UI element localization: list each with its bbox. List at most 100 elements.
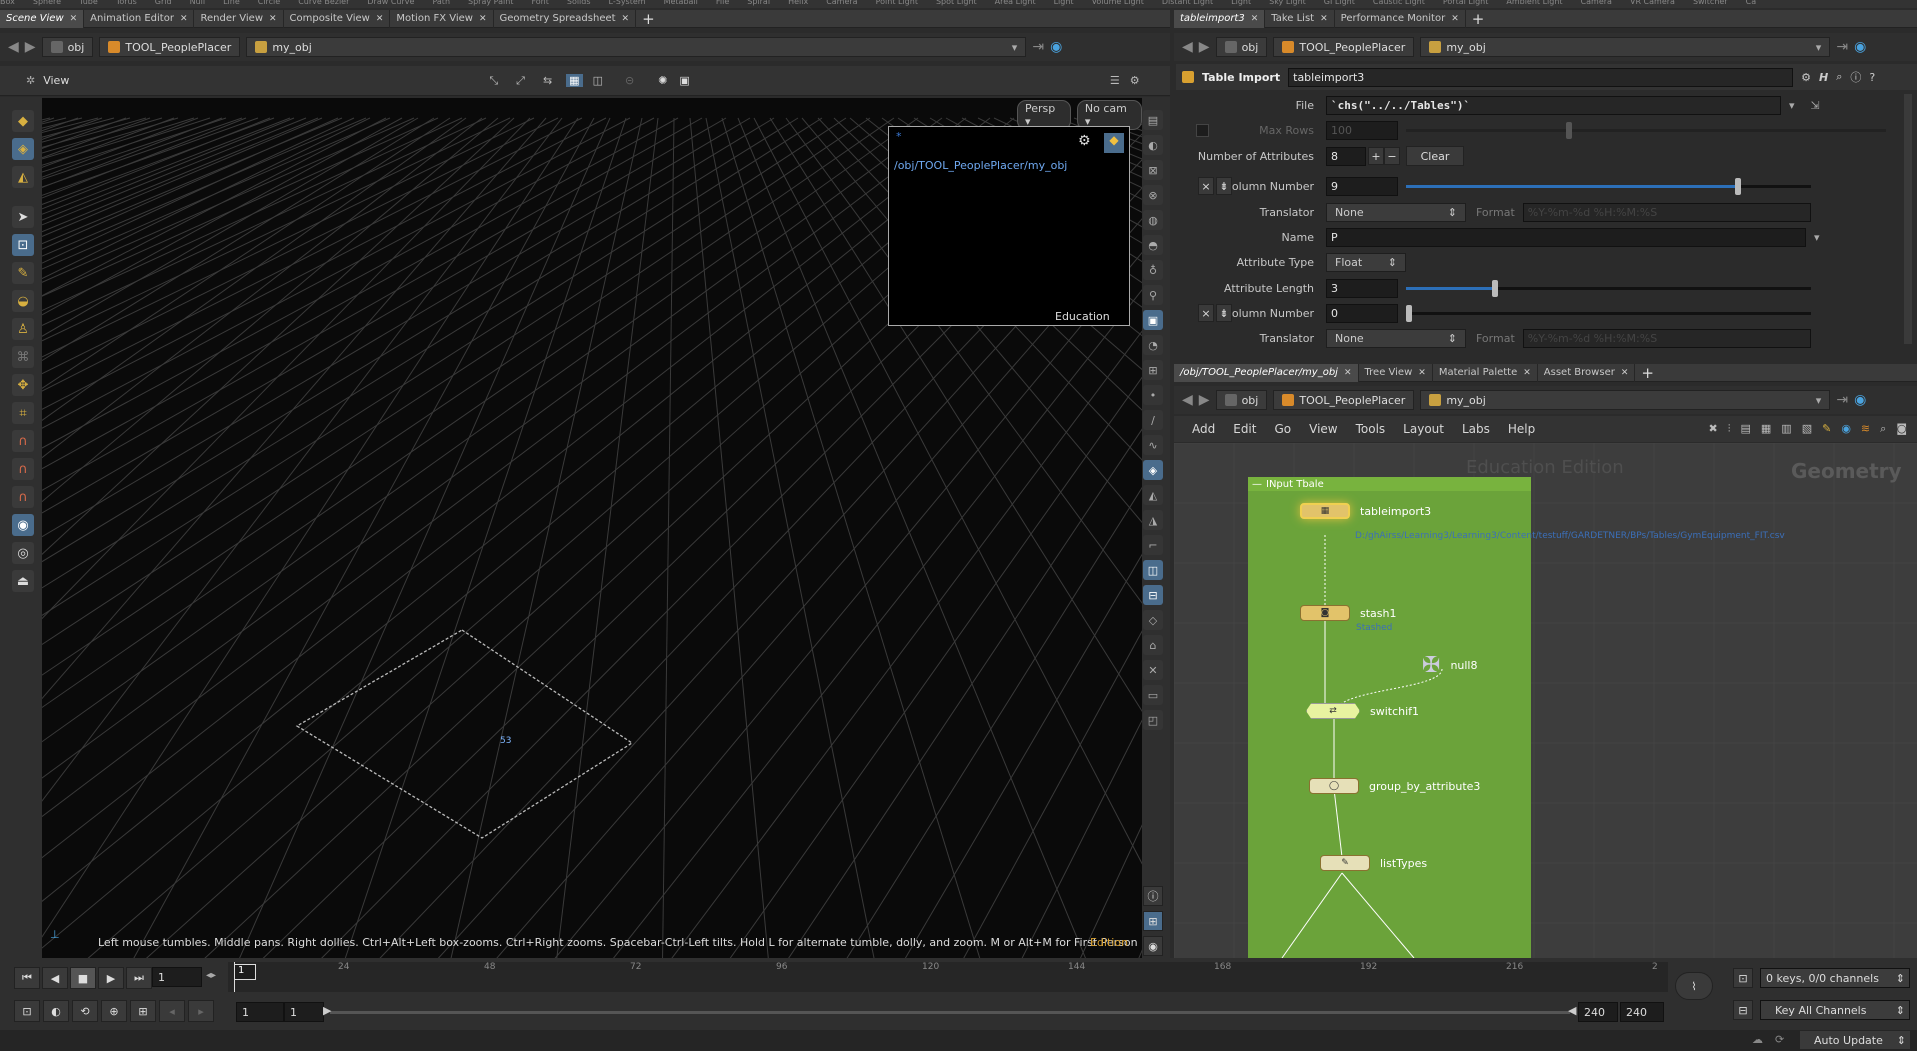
shelf-tool-12[interactable]: Font (531, 0, 548, 6)
pose-icon[interactable]: ♙ (12, 318, 34, 340)
chevron-down-icon[interactable]: ▾ (1012, 41, 1018, 54)
camera-icon[interactable]: ◙ (1896, 422, 1907, 436)
tab-left-5[interactable]: Geometry Spreadsheet ✕ (494, 9, 637, 28)
audio-icon[interactable]: ◐ (43, 1000, 69, 1022)
format-field[interactable]: %Y-%m-%d %H:%M:%S (1522, 202, 1811, 222)
shelf-tool-23[interactable]: Light (1054, 0, 1074, 6)
viewer-menu-icon[interactable]: ☰ (1110, 74, 1120, 87)
step-icon[interactable]: ◂▸ (206, 970, 216, 981)
display-icon-2[interactable]: ◐ (1143, 135, 1163, 155)
search-icon[interactable]: ⌕ (1836, 70, 1842, 84)
minus-button[interactable]: − (1384, 147, 1400, 165)
shelf-tool-34[interactable]: Switcher (1693, 0, 1728, 6)
remove-instance-button[interactable]: × (1198, 177, 1214, 195)
paint-icon[interactable]: ✎ (12, 262, 34, 284)
close-icon[interactable]: ✕ (1344, 368, 1352, 378)
snap-icon[interactable]: ⇆ (543, 74, 552, 87)
shelf-tool-5[interactable]: Null (190, 0, 206, 6)
slider-knob[interactable] (1492, 279, 1499, 297)
link-icon[interactable]: ◉ (1854, 39, 1866, 55)
stamp-icon[interactable]: ⏏ (12, 570, 34, 592)
shelf-tool-14[interactable]: L-System (609, 0, 646, 6)
range-end-handle[interactable]: ◀ (1568, 1004, 1576, 1017)
close-icon[interactable]: ✕ (1418, 368, 1426, 378)
breadcrumb-node[interactable]: my_obj ▾ (1420, 390, 1831, 410)
translator-menu-2[interactable]: None ⇕ (1326, 328, 1466, 348)
shelf-tool-4[interactable]: Grid (155, 0, 172, 6)
grid-snap-icon[interactable]: ⌗ (12, 402, 34, 424)
display-icon-22[interactable]: ⌂ (1143, 635, 1163, 655)
display-icon-15[interactable]: ◈ (1143, 460, 1163, 480)
format-field-2[interactable]: %Y-%m-%d %H:%M:%S (1522, 328, 1811, 348)
node-body[interactable]: ⇄ (1306, 703, 1360, 719)
back-arrow-icon[interactable]: ◀ (8, 39, 19, 55)
list-icon[interactable]: ▤ (1740, 422, 1750, 436)
display-icon-4[interactable]: ⊗ (1143, 185, 1163, 205)
shelf-tool-6[interactable]: Line (223, 0, 240, 6)
node-body[interactable]: ✎ (1320, 855, 1370, 871)
close-icon[interactable]: ✕ (1320, 14, 1328, 24)
display-icon-3[interactable]: ⊠ (1143, 160, 1163, 180)
start-frame-field[interactable]: 1 (236, 1002, 284, 1022)
breadcrumb-node[interactable]: my_obj ▾ (1420, 37, 1831, 57)
node-listtypes[interactable]: ✎ listTypes (1320, 855, 1427, 871)
snapshot-icon[interactable]: ◉ (1143, 936, 1163, 956)
maxrows-checkbox[interactable] (1196, 123, 1209, 137)
stack-icon[interactable]: ≋ (1861, 422, 1870, 436)
display-icon-18[interactable]: ⌐ (1143, 535, 1163, 555)
shelf-tool-30[interactable]: Portal Light (1443, 0, 1489, 6)
shelf-tool-8[interactable]: Curve Bezier (298, 0, 349, 6)
tab-param-1[interactable]: Take List ✕ (1265, 9, 1335, 28)
col2-field[interactable]: 0 (1326, 303, 1398, 323)
shelf-tool-13[interactable]: Solids (567, 0, 591, 6)
prev-key-icon[interactable]: ◂ (159, 1000, 185, 1022)
tab-left-2[interactable]: Render View ✕ (194, 9, 284, 28)
breadcrumb-obj[interactable]: obj (41, 37, 94, 57)
node-body[interactable]: ◯ (1309, 778, 1359, 794)
display-icon-19[interactable]: ◫ (1143, 560, 1163, 580)
shelf-tool-31[interactable]: Ambient Light (1506, 0, 1562, 6)
chevron-down-icon[interactable]: ▾ (1816, 394, 1822, 407)
range-start-handle[interactable]: ▶ (323, 1004, 331, 1017)
col1-slider[interactable] (1406, 177, 1811, 195)
tab-param-2[interactable]: Performance Monitor ✕ (1335, 9, 1466, 28)
plus-button[interactable]: + (1368, 147, 1384, 165)
keys-icon[interactable]: ⊡ (1733, 968, 1753, 988)
link-icon[interactable]: ◉ (1854, 392, 1866, 408)
tab-left-3[interactable]: Composite View ✕ (284, 9, 391, 28)
loop-icon[interactable]: ⟲ (72, 1000, 98, 1022)
back-arrow-icon[interactable]: ◀ (1182, 39, 1193, 55)
tree-icon[interactable]: ⫶ (1728, 422, 1731, 436)
display-icon-5[interactable]: ◍ (1143, 210, 1163, 230)
display-icon-23[interactable]: ✕ (1143, 660, 1163, 680)
audio-scrub-icon[interactable]: ⌇ (1675, 972, 1713, 1000)
shelf-tool-18[interactable]: Helix (788, 0, 808, 6)
breadcrumb-obj[interactable]: obj (1215, 37, 1268, 57)
transform-icon[interactable]: ⤢ (516, 74, 525, 88)
shelf-tool-16[interactable]: File (716, 0, 729, 6)
menu-layout[interactable]: Layout (1403, 422, 1444, 436)
display-icon-17[interactable]: ◮ (1143, 510, 1163, 530)
node-stash1[interactable]: ◙ stash1 (1300, 605, 1397, 621)
display-icon-10[interactable]: ◔ (1143, 335, 1163, 355)
gear-icon[interactable]: ⚙ (1078, 133, 1091, 149)
timeline-track[interactable]: 24 48 72 96 120 144 168 192 216 2 1 (228, 962, 1668, 992)
add-tab-button[interactable]: + (642, 10, 655, 28)
key-all-channels-menu[interactable]: Key All Channels ⇕ (1760, 1000, 1910, 1020)
jump-start-icon[interactable]: ⏮ (14, 967, 40, 989)
close-icon[interactable]: ✕ (376, 14, 384, 24)
grid-view-icon[interactable]: ▦ (1761, 422, 1771, 436)
close-icon[interactable]: ✕ (70, 14, 78, 24)
close-icon[interactable]: ✕ (622, 14, 630, 24)
shelf-tool-21[interactable]: Spot Light (936, 0, 977, 6)
shelf-tool-26[interactable]: Light (1231, 0, 1251, 6)
tab-param-0[interactable]: tableimport3 ✕ (1174, 9, 1266, 28)
info-icon[interactable]: ⓘ (1143, 886, 1163, 906)
display-icon-11[interactable]: ⊞ (1143, 360, 1163, 380)
tab-left-4[interactable]: Motion FX View ✕ (390, 9, 494, 28)
close-icon[interactable]: ✕ (269, 14, 277, 24)
select-arrow-icon[interactable]: ➤ (12, 206, 34, 228)
close-icon[interactable]: ✕ (180, 14, 188, 24)
shelf-tool-17[interactable]: Spiral (747, 0, 770, 6)
pin-icon[interactable]: ◆ (1104, 133, 1124, 153)
